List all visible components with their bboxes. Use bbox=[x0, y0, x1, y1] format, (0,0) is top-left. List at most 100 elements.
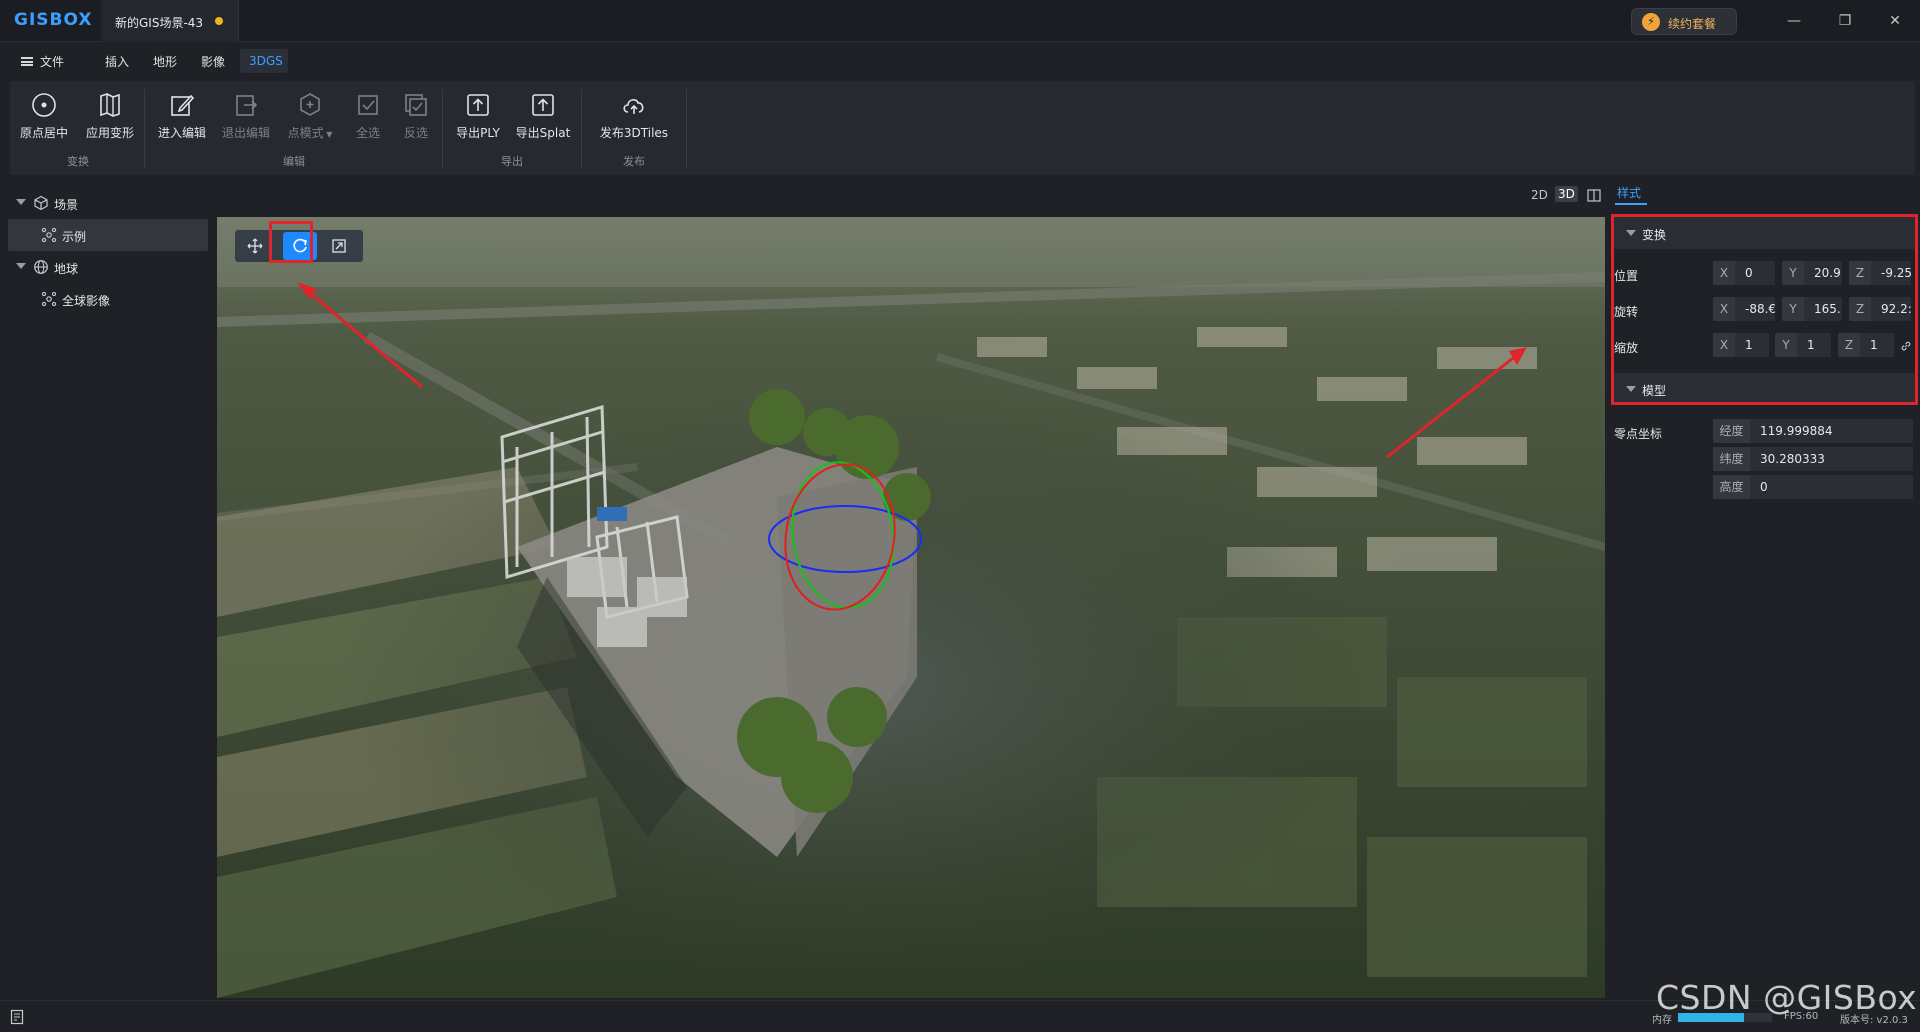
menu-file[interactable]: 文件 bbox=[40, 53, 64, 70]
map-fold-icon bbox=[100, 93, 120, 117]
scene-render bbox=[217, 217, 1605, 998]
publish-3dtiles-label: 发布3DTiles bbox=[599, 126, 669, 140]
exit-edit-button[interactable]: 退出编辑 bbox=[218, 87, 274, 157]
close-button[interactable]: ✕ bbox=[1880, 8, 1910, 34]
tree-node-global-imagery[interactable]: 全球影像 bbox=[8, 283, 208, 315]
tab-indicator bbox=[1615, 203, 1647, 205]
invert-selection-label: 反选 bbox=[403, 126, 428, 140]
hexagon-plus-icon bbox=[300, 93, 320, 116]
group-label-publish: 发布 bbox=[623, 155, 645, 168]
move-icon bbox=[247, 238, 263, 254]
exit-icon bbox=[236, 95, 258, 116]
renew-plan-label: 续约套餐 bbox=[1668, 17, 1717, 31]
export-ply-label: 导出PLY bbox=[456, 126, 500, 140]
select-all-button[interactable]: 全选 bbox=[350, 87, 386, 157]
globe-icon bbox=[34, 260, 48, 274]
menu-3dgs-tab[interactable]: 3DGS bbox=[240, 49, 288, 73]
tree-node-example[interactable]: 示例 bbox=[8, 219, 208, 251]
view-mode-2d[interactable]: 2D bbox=[1531, 188, 1548, 202]
menu-3dgs-label: 3DGS bbox=[249, 54, 283, 68]
longitude-key: 经度 bbox=[1713, 419, 1750, 443]
unsaved-dot-icon bbox=[215, 17, 223, 25]
title-bar: GISBOX 新的GIS场景-43 ⚡ 续约套餐 — ❐ ✕ bbox=[0, 0, 1920, 42]
document-tab[interactable]: 新的GIS场景-43 bbox=[101, 0, 239, 42]
app-logo: GISBOX bbox=[14, 10, 93, 30]
longitude-value: 119.999884 bbox=[1760, 424, 1833, 438]
cube-icon bbox=[34, 195, 48, 211]
publish-3dtiles-button[interactable]: 发布3DTiles bbox=[590, 87, 678, 157]
export-icon bbox=[532, 94, 554, 116]
group-divider bbox=[144, 89, 145, 169]
latitude-value: 30.280333 bbox=[1760, 452, 1825, 466]
status-bar: 内存 FPS:60 版本号: v2.0.3 bbox=[0, 1000, 1920, 1032]
exit-edit-label: 退出编辑 bbox=[221, 126, 270, 140]
map-viewport[interactable] bbox=[217, 217, 1605, 998]
export-ply-button[interactable]: 导出PLY bbox=[450, 87, 506, 157]
chevron-down-icon[interactable] bbox=[16, 263, 26, 269]
latitude-input[interactable]: 纬度 30.280333 bbox=[1713, 447, 1913, 471]
enter-edit-label: 进入编辑 bbox=[157, 126, 206, 140]
export-icon bbox=[467, 94, 489, 116]
tree-node-label: 全球影像 bbox=[62, 294, 111, 308]
enter-edit-button[interactable]: 进入编辑 bbox=[154, 87, 210, 157]
invert-check-icon bbox=[405, 94, 427, 116]
renew-plan-button[interactable]: ⚡ 续约套餐 bbox=[1631, 8, 1737, 35]
splat-icon bbox=[41, 227, 57, 243]
group-label-edit: 编辑 bbox=[283, 155, 305, 168]
menu-bar: 文件 插入 地形 影像 3DGS bbox=[0, 43, 1920, 79]
point-mode-dropdown[interactable]: 点模式 ▼ bbox=[282, 87, 338, 157]
export-splat-button[interactable]: 导出Splat bbox=[513, 87, 573, 157]
menu-imagery[interactable]: 影像 bbox=[201, 53, 225, 70]
apply-transform-label: 应用变形 bbox=[85, 126, 134, 140]
center-origin-button[interactable]: 原点居中 bbox=[18, 87, 70, 157]
height-key: 高度 bbox=[1713, 475, 1750, 499]
menu-insert[interactable]: 插入 bbox=[105, 53, 129, 70]
annotation-highlight bbox=[1611, 214, 1918, 405]
edit-icon bbox=[171, 94, 195, 116]
cloud-upload-icon bbox=[623, 99, 644, 114]
scale-icon bbox=[332, 239, 346, 253]
group-divider bbox=[581, 89, 582, 169]
tab-style[interactable]: 样式 bbox=[1617, 184, 1641, 201]
target-icon bbox=[32, 93, 56, 117]
select-all-label: 全选 bbox=[355, 126, 380, 140]
split-view-icon[interactable] bbox=[1587, 189, 1601, 202]
tree-node-label: 场景 bbox=[54, 198, 79, 212]
menu-terrain[interactable]: 地形 bbox=[153, 53, 177, 70]
tree-node-globe[interactable]: 地球 bbox=[8, 251, 208, 283]
point-mode-text: 点模式 bbox=[287, 126, 324, 140]
hamburger-icon[interactable] bbox=[21, 57, 33, 66]
checkbox-icon bbox=[358, 95, 378, 115]
group-divider bbox=[686, 89, 687, 169]
origin-coord-label: 零点坐标 bbox=[1614, 427, 1663, 441]
tree-node-label: 示例 bbox=[62, 230, 87, 244]
splat-icon bbox=[41, 291, 57, 307]
annotation-highlight bbox=[269, 221, 313, 263]
tree-node-scene[interactable]: 场景 bbox=[8, 187, 208, 219]
group-label-export: 导出 bbox=[501, 155, 523, 168]
group-label-transform: 变换 bbox=[67, 155, 89, 168]
view-mode-3d[interactable]: 3D bbox=[1555, 186, 1578, 202]
scene-tree: 场景 示例 地球 全球影像 bbox=[8, 187, 208, 315]
apply-transform-button[interactable]: 应用变形 bbox=[82, 87, 138, 157]
chevron-down-icon[interactable] bbox=[16, 199, 26, 205]
move-tool-button[interactable] bbox=[241, 234, 269, 258]
ribbon-toolbar: 原点居中 应用变形 变换 进入编辑 退出编辑 点模式 ▼ 全选 反选 编辑 导出… bbox=[10, 81, 1915, 175]
latitude-key: 纬度 bbox=[1713, 447, 1750, 471]
height-input[interactable]: 高度 0 bbox=[1713, 475, 1913, 499]
group-divider bbox=[442, 89, 443, 169]
height-value: 0 bbox=[1760, 480, 1768, 494]
center-origin-label: 原点居中 bbox=[19, 126, 68, 140]
minimize-button[interactable]: — bbox=[1779, 8, 1809, 34]
maximize-button[interactable]: ❐ bbox=[1830, 8, 1860, 34]
watermark-text: CSDN @GISBox bbox=[1656, 978, 1918, 1017]
invert-selection-button[interactable]: 反选 bbox=[398, 87, 434, 157]
chevron-down-icon: ▼ bbox=[323, 130, 333, 139]
scale-tool-button[interactable] bbox=[325, 234, 353, 258]
longitude-input[interactable]: 经度 119.999884 bbox=[1713, 419, 1913, 443]
log-icon[interactable] bbox=[10, 1009, 24, 1025]
app-window: GISBOX 新的GIS场景-43 ⚡ 续约套餐 — ❐ ✕ 文件 插入 地形 … bbox=[0, 0, 1920, 1032]
document-tab-label: 新的GIS场景-43 bbox=[115, 16, 204, 30]
point-mode-label: 点模式 ▼ bbox=[282, 124, 338, 141]
export-splat-label: 导出Splat bbox=[515, 126, 571, 140]
